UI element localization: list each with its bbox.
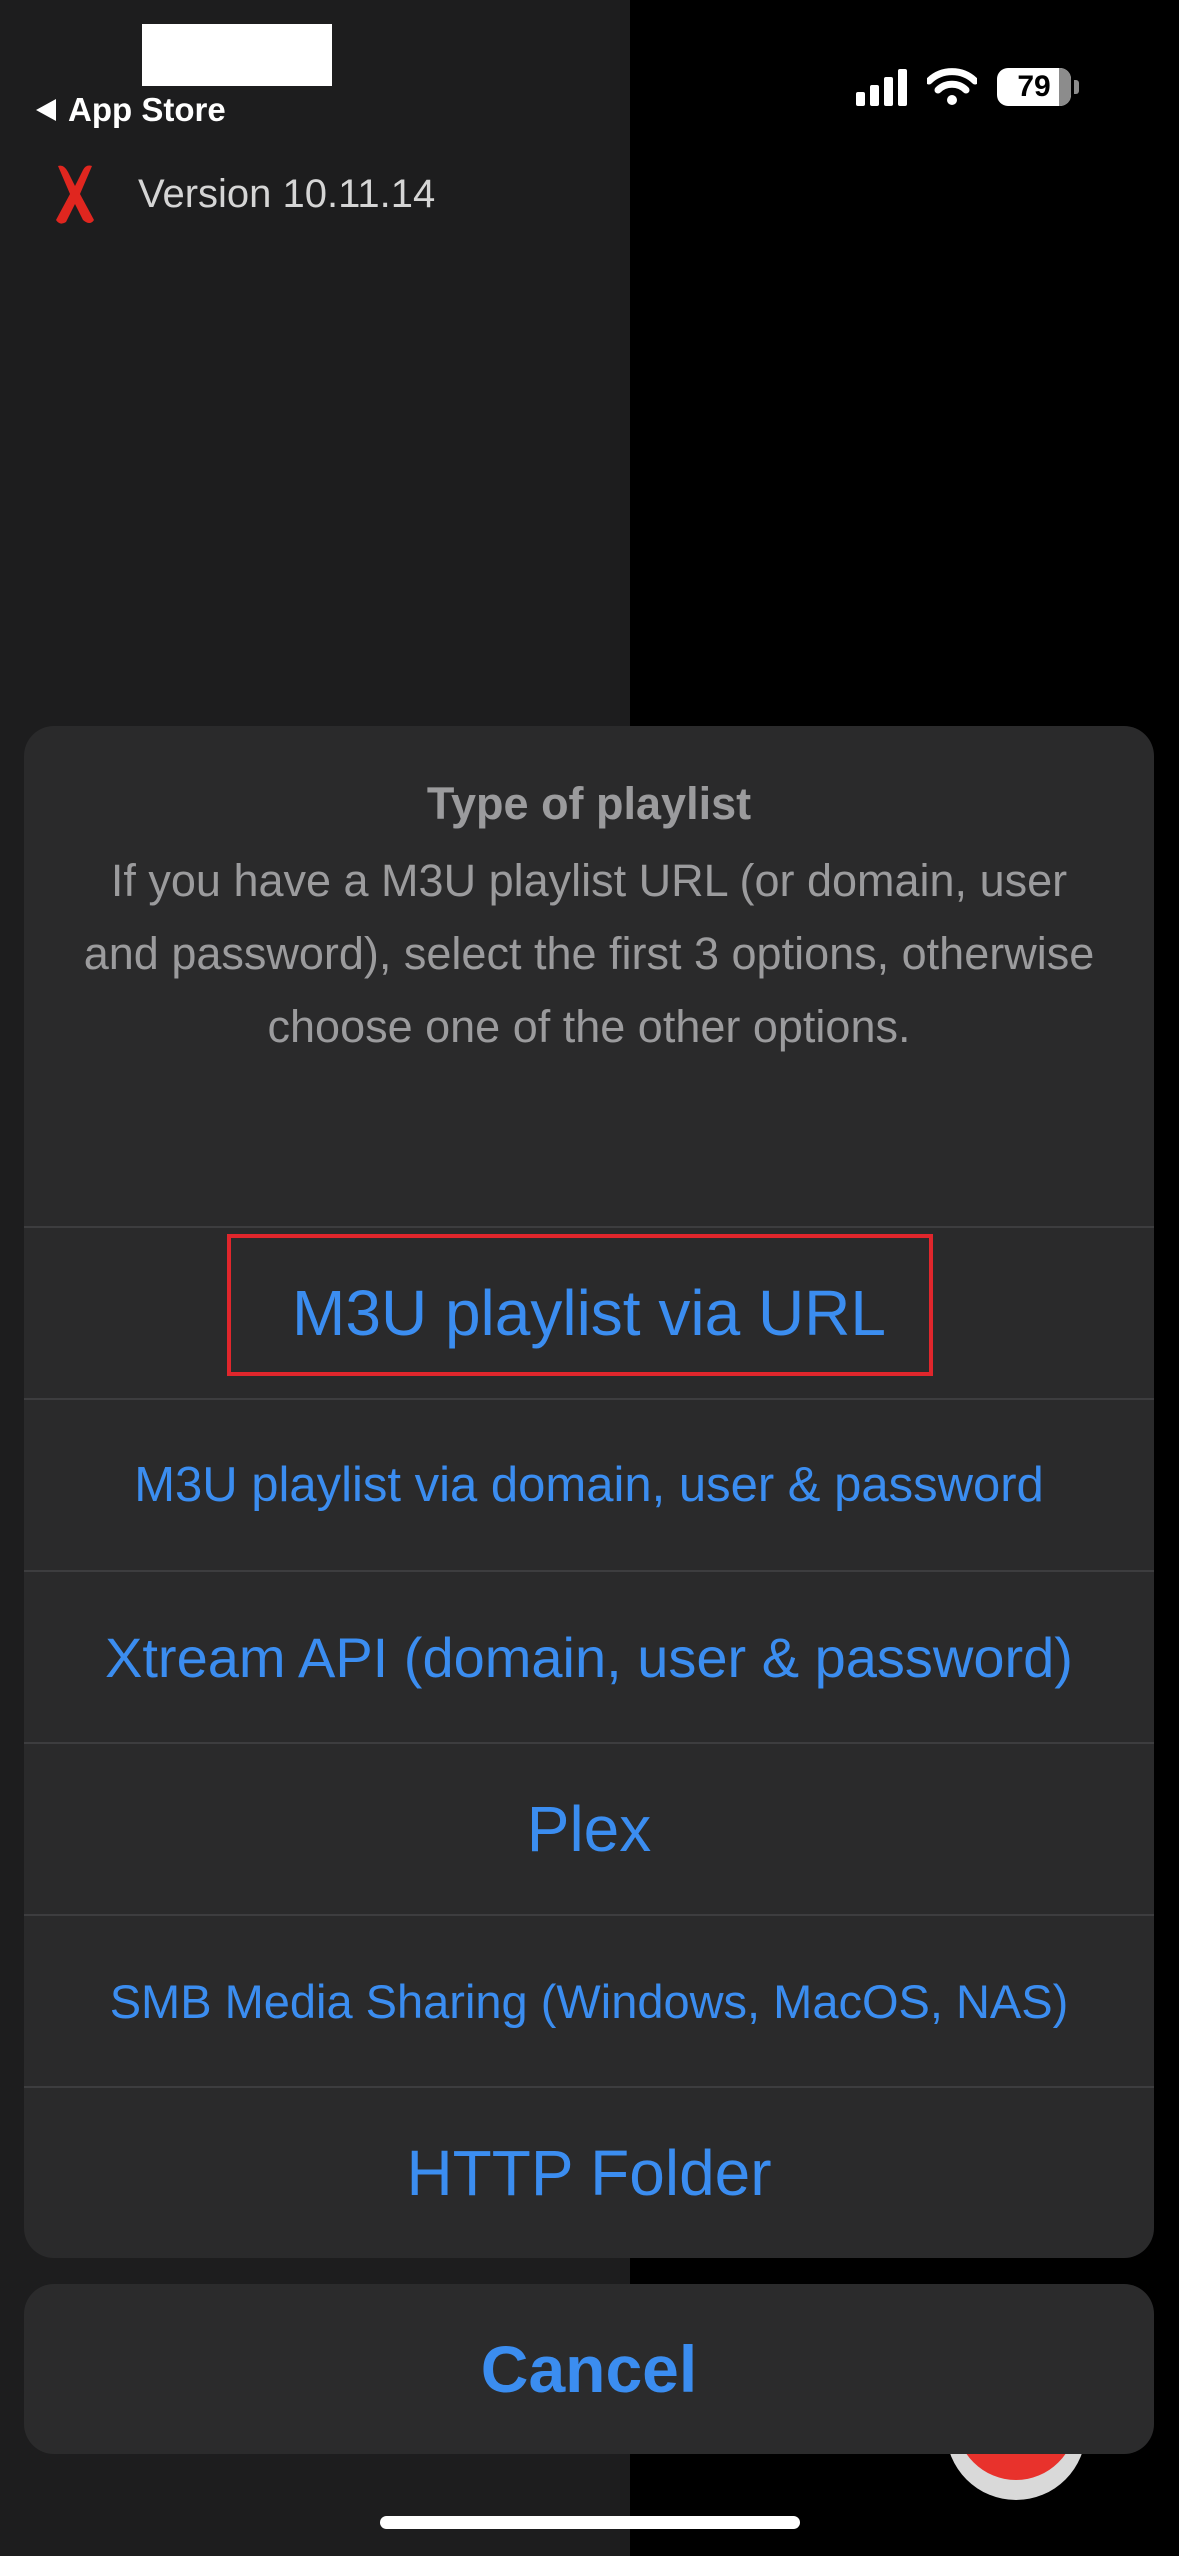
option-xtream-api[interactable]: Xtream API (domain, user & password) (24, 1570, 1154, 1742)
playlist-type-action-sheet: Type of playlist If you have a M3U playl… (24, 726, 1154, 2258)
action-sheet-title: Type of playlist (426, 778, 752, 829)
battery-icon: 79 (997, 68, 1071, 106)
option-plex[interactable]: Plex (24, 1742, 1154, 1914)
wifi-icon (927, 68, 977, 105)
home-indicator[interactable] (380, 2516, 800, 2529)
option-http-folder-label: HTTP Folder (406, 2137, 772, 2209)
cellular-signal-icon (856, 68, 907, 106)
cancel-button-label: Cancel (480, 2332, 698, 2406)
version-label: Version 10.11.14 (138, 171, 436, 216)
app-logo-x-icon (56, 165, 94, 224)
action-sheet-message: If you have a M3U playlist URL (or domai… (83, 855, 1095, 1052)
action-sheet-header: Type of playlist If you have a M3U playl… (24, 726, 1154, 1226)
battery-level: 79 (1017, 70, 1051, 103)
option-m3u-via-url[interactable]: M3U playlist via URL (24, 1226, 1154, 1398)
version-row: Version 10.11.14 (50, 162, 435, 226)
option-smb-media-sharing-label: SMB Media Sharing (Windows, MacOS, NAS) (109, 1974, 1069, 2028)
back-link-label: App Store (68, 91, 226, 128)
option-m3u-via-domain[interactable]: M3U playlist via domain, user & password (24, 1398, 1154, 1570)
cancel-button[interactable]: Cancel (24, 2284, 1154, 2454)
option-m3u-via-domain-label: M3U playlist via domain, user & password (134, 1458, 1044, 1512)
option-plex-label: Plex (526, 1793, 652, 1865)
option-http-folder[interactable]: HTTP Folder (24, 2086, 1154, 2258)
highlight-annotation-box (227, 1234, 933, 1376)
back-arrow-icon (36, 99, 56, 121)
redacted-time (142, 24, 332, 86)
battery-tip (1074, 80, 1079, 94)
back-to-app-store-link[interactable]: App Store (36, 90, 226, 130)
status-icons: 79 (856, 62, 1079, 112)
option-smb-media-sharing[interactable]: SMB Media Sharing (Windows, MacOS, NAS) (24, 1914, 1154, 2086)
option-xtream-api-label: Xtream API (domain, user & password) (105, 1625, 1073, 1689)
